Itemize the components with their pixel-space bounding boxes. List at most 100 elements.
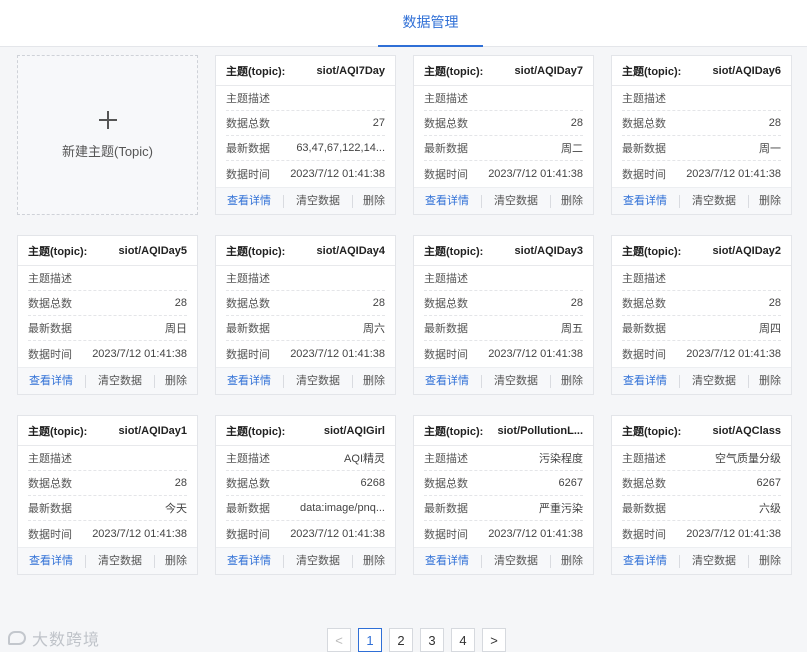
- total-value: 28: [372, 297, 385, 309]
- description-row: 主题描述 污染程度: [424, 446, 583, 471]
- delete-button[interactable]: 删除: [551, 555, 593, 568]
- time-label: 数据时间: [622, 348, 666, 361]
- view-details-button[interactable]: 查看详情: [612, 195, 679, 208]
- clear-data-button[interactable]: 清空数据: [85, 374, 155, 388]
- card-header: 主题(topic): siot/AQIDay5: [18, 236, 197, 266]
- latest-row: 最新数据 周六: [226, 316, 385, 341]
- delete-button[interactable]: 删除: [155, 375, 197, 388]
- latest-row: 最新数据 周日: [28, 316, 187, 341]
- latest-row: 最新数据 63,47,67,122,14...: [226, 136, 385, 161]
- latest-row: 最新数据 周一: [622, 136, 781, 161]
- description-value: 污染程度: [539, 453, 583, 465]
- delete-button[interactable]: 删除: [749, 375, 791, 388]
- clear-data-button[interactable]: 清空数据: [283, 554, 353, 568]
- view-details-button[interactable]: 查看详情: [216, 195, 283, 208]
- page-4-button[interactable]: 4: [451, 628, 475, 652]
- time-label: 数据时间: [424, 168, 468, 181]
- total-row: 数据总数 6267: [424, 471, 583, 496]
- delete-button[interactable]: 删除: [155, 555, 197, 568]
- latest-label: 最新数据: [622, 323, 666, 335]
- clear-data-button[interactable]: 清空数据: [679, 374, 749, 388]
- latest-label: 最新数据: [622, 143, 666, 155]
- prev-page-button[interactable]: <: [327, 628, 351, 652]
- description-row: 主题描述 空气质量分级: [622, 446, 781, 471]
- delete-button[interactable]: 删除: [353, 195, 395, 208]
- clear-data-button[interactable]: 清空数据: [481, 554, 551, 568]
- card-header: 主题(topic): siot/AQIDay4: [216, 236, 395, 266]
- total-row: 数据总数 28: [622, 111, 781, 136]
- view-details-button[interactable]: 查看详情: [216, 375, 283, 388]
- latest-value: 六级: [759, 503, 781, 515]
- time-label: 数据时间: [226, 528, 270, 541]
- clear-data-button[interactable]: 清空数据: [85, 554, 155, 568]
- topic-card: 主题(topic): siot/AQIGirl 主题描述 AQI精灵 数据总数 …: [215, 415, 396, 575]
- view-details-button[interactable]: 查看详情: [216, 555, 283, 568]
- description-row: 主题描述 AQI精灵: [226, 446, 385, 471]
- clear-data-button[interactable]: 清空数据: [283, 194, 353, 208]
- page-2-button[interactable]: 2: [389, 628, 413, 652]
- topic-name: siot/AQI7Day: [316, 64, 385, 77]
- clear-data-button[interactable]: 清空数据: [481, 194, 551, 208]
- topic-label: 主题(topic):: [226, 425, 286, 438]
- view-details-button[interactable]: 查看详情: [414, 195, 481, 208]
- clear-data-button[interactable]: 清空数据: [283, 374, 353, 388]
- time-label: 数据时间: [622, 168, 666, 181]
- topic-card: 主题(topic): siot/AQI7Day 主题描述 数据总数 27 最新数…: [215, 55, 396, 215]
- card-body: 主题描述 数据总数 28 最新数据 周一 数据时间 2023/7/12 01:4…: [612, 86, 791, 187]
- topic-label: 主题(topic):: [226, 65, 286, 78]
- card-header: 主题(topic): siot/AQIDay2: [612, 236, 791, 266]
- view-details-button[interactable]: 查看详情: [414, 375, 481, 388]
- topic-label: 主题(topic):: [424, 245, 484, 258]
- view-details-button[interactable]: 查看详情: [18, 375, 85, 388]
- time-row: 数据时间 2023/7/12 01:41:38: [622, 521, 781, 546]
- delete-button[interactable]: 删除: [749, 555, 791, 568]
- total-value: 28: [570, 117, 583, 129]
- page-3-button[interactable]: 3: [420, 628, 444, 652]
- clear-data-button[interactable]: 清空数据: [679, 554, 749, 568]
- pagination: < 1 2 3 4 >: [327, 628, 506, 652]
- time-row: 数据时间 2023/7/12 01:41:38: [622, 341, 781, 366]
- topic-name: siot/AQIDay1: [118, 424, 187, 437]
- topic-label: 主题(topic):: [28, 425, 88, 438]
- card-header: 主题(topic): siot/AQIDay7: [414, 56, 593, 86]
- total-label: 数据总数: [622, 478, 666, 490]
- new-topic-card[interactable]: 新建主题(Topic): [17, 55, 198, 215]
- time-value: 2023/7/12 01:41:38: [488, 167, 583, 180]
- delete-button[interactable]: 删除: [749, 195, 791, 208]
- tab-data-management[interactable]: 数据管理: [378, 0, 483, 47]
- card-actions: 查看详情 清空数据 删除: [18, 547, 197, 574]
- topic-card: 主题(topic): siot/AQIDay7 主题描述 数据总数 28 最新数…: [413, 55, 594, 215]
- clear-data-button[interactable]: 清空数据: [679, 194, 749, 208]
- time-value: 2023/7/12 01:41:38: [290, 527, 385, 540]
- time-label: 数据时间: [28, 348, 72, 361]
- view-details-button[interactable]: 查看详情: [612, 555, 679, 568]
- card-header: 主题(topic): siot/AQIDay1: [18, 416, 197, 446]
- time-value: 2023/7/12 01:41:38: [488, 347, 583, 360]
- time-value: 2023/7/12 01:41:38: [290, 347, 385, 360]
- total-label: 数据总数: [28, 478, 72, 490]
- latest-row: 最新数据 data:image/pnq...: [226, 496, 385, 521]
- total-row: 数据总数 28: [226, 291, 385, 316]
- description-label: 主题描述: [226, 453, 270, 465]
- next-page-button[interactable]: >: [482, 628, 506, 652]
- time-row: 数据时间 2023/7/12 01:41:38: [424, 341, 583, 366]
- delete-button[interactable]: 删除: [551, 195, 593, 208]
- time-row: 数据时间 2023/7/12 01:41:38: [226, 341, 385, 366]
- view-details-button[interactable]: 查看详情: [612, 375, 679, 388]
- topic-name: siot/PollutionL...: [497, 424, 583, 437]
- topic-label: 主题(topic):: [424, 65, 484, 78]
- description-row: 主题描述: [622, 86, 781, 111]
- topic-label: 主题(topic):: [28, 245, 88, 258]
- view-details-button[interactable]: 查看详情: [414, 555, 481, 568]
- card-body: 主题描述 数据总数 28 最新数据 周四 数据时间 2023/7/12 01:4…: [612, 266, 791, 367]
- page-1-button[interactable]: 1: [358, 628, 382, 652]
- delete-button[interactable]: 删除: [353, 375, 395, 388]
- time-value: 2023/7/12 01:41:38: [92, 347, 187, 360]
- delete-button[interactable]: 删除: [551, 375, 593, 388]
- clear-data-button[interactable]: 清空数据: [481, 374, 551, 388]
- delete-button[interactable]: 删除: [353, 555, 395, 568]
- top-tab-bar: 数据管理: [0, 0, 807, 47]
- description-label: 主题描述: [424, 273, 468, 285]
- topic-name: siot/AQIDay7: [514, 64, 583, 77]
- view-details-button[interactable]: 查看详情: [18, 555, 85, 568]
